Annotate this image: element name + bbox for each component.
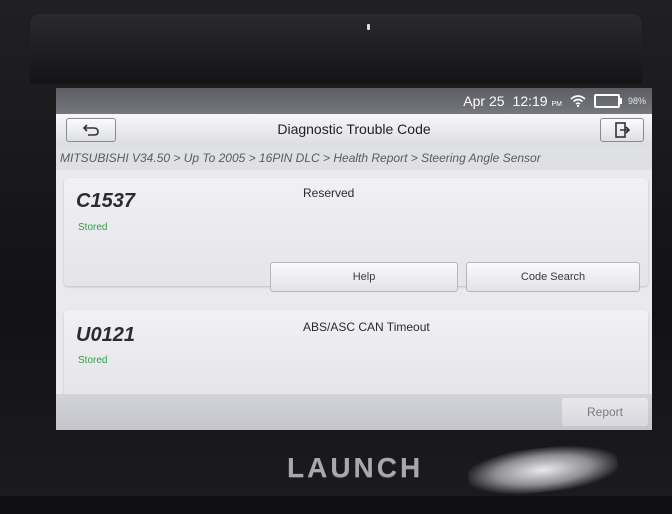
wifi-icon [570,95,586,107]
top-bezel [30,14,642,84]
code-search-button[interactable]: Code Search [466,262,640,292]
back-arrow-icon [82,124,99,136]
screen-glare [466,440,620,500]
exit-button[interactable] [600,118,644,142]
brand-logo: LAUNCH [287,452,424,483]
page-title: Diagnostic Trouble Code [277,121,431,137]
screen: Apr 25 12:19 PM 98% Diagnostic Trouble C… [56,88,652,430]
battery-percent: 98% [627,96,646,106]
dtc-code: C1537 [76,190,135,212]
device-body: Apr 25 12:19 PM 98% Diagnostic Trouble C… [0,0,672,514]
back-button[interactable] [66,118,116,142]
dtc-description: Reserved [303,186,355,200]
dtc-status: Stored [78,355,108,366]
breadcrumb: MITSUBISHI V34.50 > Up To 2005 > 16PIN D… [56,146,652,170]
dtc-item[interactable]: C1537 Stored Reserved Help Code Search [64,178,648,292]
status-bar: Apr 25 12:19 PM 98% [56,88,652,114]
status-date: Apr 25 [463,93,505,109]
status-time-value: 12:19 [512,93,548,109]
title-bar: Diagnostic Trouble Code [56,114,652,146]
battery-icon [593,94,622,108]
bottom-bezel [0,496,672,514]
dtc-code: U0121 [76,324,135,346]
status-time: 12:19 PM [513,93,562,109]
camera [367,24,370,30]
exit-icon [615,122,630,138]
dtc-description: ABS/ASC CAN Timeout [303,320,430,334]
dtc-item[interactable]: U0121 Stored ABS/ASC CAN Timeout [64,310,648,400]
report-button[interactable]: Report [562,398,648,426]
status-ampm: PM [551,101,562,108]
bottom-toolbar: Report [56,394,652,430]
help-button[interactable]: Help [270,262,458,292]
dtc-status: Stored [78,222,108,233]
